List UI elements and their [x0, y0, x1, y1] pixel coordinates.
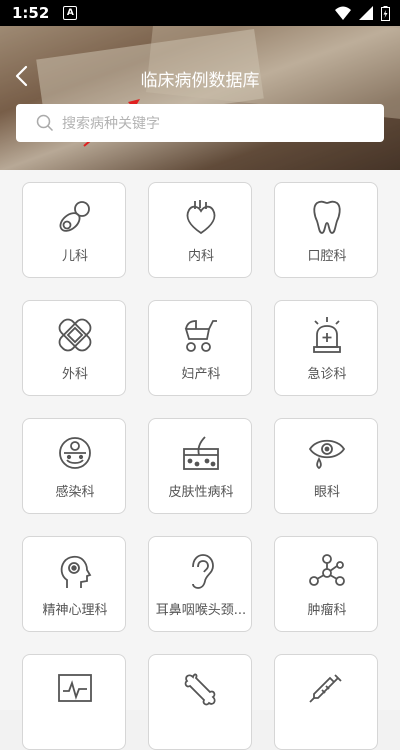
- department-label: 皮肤性病科: [168, 485, 234, 500]
- department-card-emergency[interactable]: 急诊科: [274, 300, 378, 396]
- department-label: 耳鼻咽喉头颈...: [155, 603, 247, 618]
- department-card-stomatology[interactable]: 口腔科: [274, 182, 378, 278]
- banner-shade: [0, 26, 400, 170]
- wifi-icon: [335, 6, 351, 20]
- department-label: 感染科: [55, 485, 95, 500]
- search-bar[interactable]: 搜索病种关键字: [16, 104, 384, 142]
- department-label: 肿瘤科: [307, 603, 347, 618]
- siren-icon: [313, 317, 341, 353]
- search-input[interactable]: 搜索病种关键字: [62, 113, 160, 133]
- infection-face-icon: [59, 437, 91, 469]
- signal-icon: [359, 6, 373, 20]
- department-card-ent[interactable]: 耳鼻咽喉头颈...: [148, 536, 252, 632]
- department-card-oncology[interactable]: 肿瘤科: [274, 536, 378, 632]
- syringe-icon: [309, 674, 342, 703]
- head-profile-icon: [60, 555, 92, 588]
- department-card-14[interactable]: [148, 654, 252, 750]
- department-label: 口腔科: [307, 249, 347, 264]
- monitor-icon: [58, 674, 92, 702]
- status-time: 1:52: [12, 4, 50, 22]
- status-icons: [335, 0, 390, 26]
- department-card-pediatrics[interactable]: 儿科: [22, 182, 126, 278]
- department-card-infectious[interactable]: 感染科: [22, 418, 126, 514]
- department-label: 眼科: [313, 485, 340, 500]
- department-card-surgery[interactable]: 外科: [22, 300, 126, 396]
- tooth-icon: [313, 200, 341, 234]
- department-card-obstetrics[interactable]: 妇产科: [148, 300, 252, 396]
- department-card-15[interactable]: [274, 654, 378, 750]
- baby-stroller-icon: [184, 320, 217, 352]
- pacifier-icon: [59, 201, 90, 232]
- search-icon: [36, 114, 54, 132]
- department-label: 内科: [187, 249, 214, 264]
- department-card-psychiatry[interactable]: 精神心理科: [22, 536, 126, 632]
- bone-icon: [184, 673, 216, 706]
- battery-icon: [381, 5, 390, 21]
- department-label: 妇产科: [181, 367, 221, 382]
- heart-organ-icon: [186, 200, 216, 235]
- molecule-icon: [309, 554, 345, 586]
- department-grid: 儿科 内科 口腔科 外科 妇产科 急诊科 感染科 皮肤性病科 眼科 精神心理科 …: [0, 170, 400, 750]
- department-label: 儿科: [61, 249, 88, 264]
- status-bar: 1:52 A: [0, 0, 400, 26]
- department-card-ophthalmology[interactable]: 眼科: [274, 418, 378, 514]
- department-card-13[interactable]: [22, 654, 126, 750]
- skin-layers-icon: [183, 436, 219, 470]
- department-card-dermatology[interactable]: 皮肤性病科: [148, 418, 252, 514]
- page-title: 临床病例数据库: [140, 71, 260, 91]
- department-label: 外科: [61, 367, 88, 382]
- header-banner: 临床病例数据库 搜索病种关键字: [0, 26, 400, 170]
- notification-icon: A: [63, 6, 78, 20]
- department-label: 精神心理科: [42, 603, 108, 618]
- ear-icon: [192, 554, 214, 589]
- department-label: 急诊科: [307, 367, 347, 382]
- eye-icon: [308, 439, 346, 470]
- bandage-icon: [58, 318, 92, 352]
- department-card-internal-medicine[interactable]: 内科: [148, 182, 252, 278]
